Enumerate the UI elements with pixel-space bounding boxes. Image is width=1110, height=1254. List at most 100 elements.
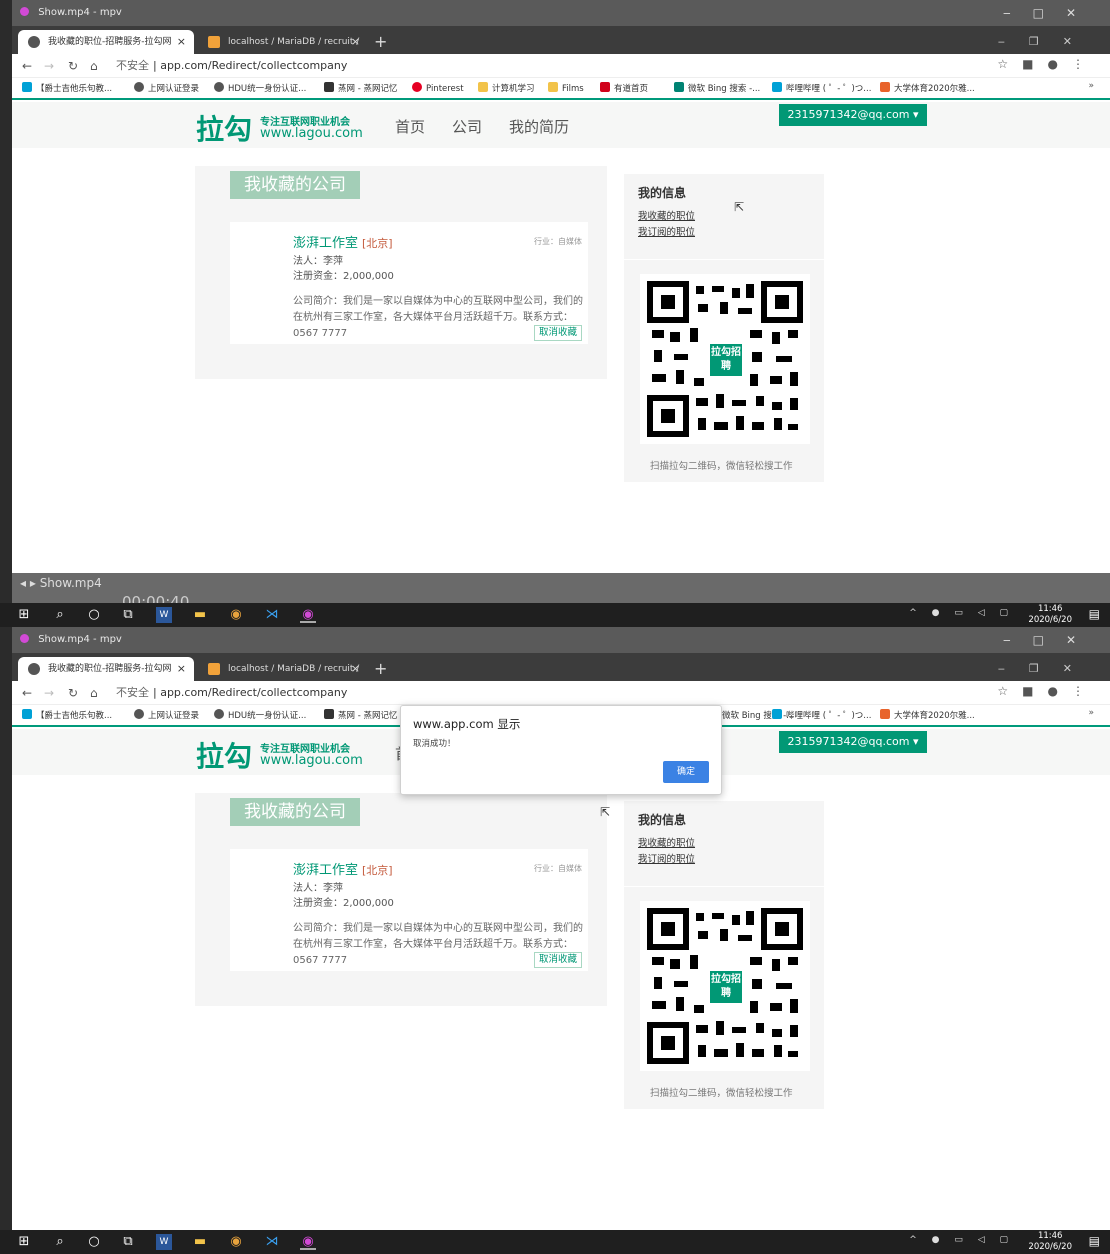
- bookmark-item[interactable]: HDU统一身份认证...: [214, 708, 306, 724]
- browser-window-controls[interactable]: ‒❐✕: [998, 30, 1096, 54]
- mouse-cursor-icon: ⇱: [600, 805, 611, 819]
- mpv-icon[interactable]: ◉: [300, 1234, 316, 1250]
- vscode-icon[interactable]: ⋊: [264, 607, 280, 623]
- file-explorer-icon[interactable]: ▬: [192, 607, 208, 623]
- user-menu-button[interactable]: 2315971342@qq.com ▾: [779, 104, 927, 126]
- clock[interactable]: 11:46 2020/6/20: [1028, 604, 1072, 626]
- folder-icon: [548, 82, 558, 92]
- new-tab-button[interactable]: +: [374, 30, 387, 54]
- toolbar-icons[interactable]: ☆■●⋮: [997, 684, 1098, 698]
- nav-home[interactable]: 首页: [395, 116, 425, 137]
- bookmark-item[interactable]: 大学体育2020尔雅...: [880, 708, 975, 724]
- back-icon[interactable]: ←: [22, 57, 32, 75]
- link-subscribed-positions[interactable]: 我订阅的职位: [638, 851, 695, 865]
- company-name[interactable]: 澎湃工作室 [北京]: [293, 859, 393, 878]
- qr-logo-badge: 拉勾招聘: [710, 971, 742, 1003]
- chrome-icon[interactable]: ◉: [228, 607, 244, 623]
- tab-label: localhost / MariaDB / recruit /: [228, 664, 360, 674]
- mpv-icon[interactable]: ◉: [300, 607, 316, 623]
- windows-start-icon[interactable]: ⊞: [16, 607, 32, 623]
- tab-collect-positions[interactable]: 我收藏的职位-招聘服务-拉勾网 ×: [18, 657, 194, 681]
- window-controls[interactable]: ‒□✕: [1003, 627, 1098, 653]
- globe-icon: [214, 82, 224, 92]
- bookmark-item[interactable]: 哔哩哔哩 ( ゜- ゜)つ...: [772, 81, 871, 97]
- notification-icon[interactable]: ▤: [1089, 1234, 1100, 1248]
- tab-phpmyadmin[interactable]: localhost / MariaDB / recruit / ×: [198, 657, 368, 681]
- clock[interactable]: 11:46 2020/6/20: [1028, 1231, 1072, 1253]
- bookmark-item[interactable]: 哔哩哔哩 ( ゜- ゜)つ...: [772, 708, 871, 724]
- browser-window-controls[interactable]: ‒❐✕: [998, 657, 1096, 681]
- bookmark-item[interactable]: Films: [548, 81, 584, 97]
- dialog-ok-button[interactable]: 确定: [663, 761, 709, 783]
- mouse-cursor-icon: ⇱: [734, 200, 745, 214]
- chrome-icon[interactable]: ◉: [228, 1234, 244, 1250]
- bookmark-item[interactable]: 上网认证登录: [134, 708, 199, 724]
- tab-close-icon[interactable]: ×: [351, 657, 360, 681]
- home-icon[interactable]: ⌂: [90, 57, 98, 75]
- link-subscribed-positions[interactable]: 我订阅的职位: [638, 224, 695, 238]
- bookmark-item[interactable]: 【爵士吉他乐句教...: [22, 708, 112, 724]
- bookmark-item[interactable]: 大学体育2020尔雅...: [880, 81, 975, 97]
- search-icon[interactable]: ⌕: [52, 607, 68, 623]
- nav-resume[interactable]: 我的简历: [509, 116, 569, 137]
- mpv-icon: [20, 7, 29, 16]
- uncollect-button[interactable]: 取消收藏: [533, 325, 582, 341]
- vscode-icon[interactable]: ⋊: [264, 1234, 280, 1250]
- bookmarks-more[interactable]: »: [1088, 708, 1094, 718]
- tab-collect-positions[interactable]: 我收藏的职位-招聘服务-拉勾网 ×: [18, 30, 194, 54]
- tab-close-icon[interactable]: ×: [177, 30, 186, 54]
- cortana-icon[interactable]: ○: [86, 1234, 102, 1250]
- forward-icon[interactable]: →: [44, 684, 54, 702]
- uncollect-button[interactable]: 取消收藏: [533, 952, 582, 968]
- tab-phpmyadmin[interactable]: localhost / MariaDB / recruit / ×: [198, 30, 368, 54]
- tab-close-icon[interactable]: ×: [351, 30, 360, 54]
- notification-icon[interactable]: ▤: [1089, 607, 1100, 621]
- windows-start-icon[interactable]: ⊞: [16, 1234, 32, 1250]
- user-menu-button[interactable]: 2315971342@qq.com ▾: [779, 731, 927, 753]
- cortana-icon[interactable]: ○: [86, 607, 102, 623]
- bookmark-item[interactable]: 蒸网 - 蒸网记忆: [324, 708, 397, 724]
- bookmark-item[interactable]: 计算机学习: [478, 81, 535, 97]
- qr-panel: 拉勾招聘 扫描拉勾二维码，微信轻松搜工作: [624, 887, 824, 1109]
- logo[interactable]: 拉勾: [196, 735, 252, 775]
- bookmark-item[interactable]: HDU统一身份认证...: [214, 81, 306, 97]
- logo[interactable]: 拉勾: [196, 108, 252, 148]
- mpv-controls[interactable]: ◂ ▸ Show.mp4 00:00:40: [12, 573, 1110, 611]
- back-icon[interactable]: ←: [22, 684, 32, 702]
- bookmark-item[interactable]: Pinterest: [412, 81, 464, 97]
- tab-close-icon[interactable]: ×: [177, 657, 186, 681]
- url-field[interactable]: 不安全 | app.com/Redirect/collectcompany: [116, 683, 1000, 703]
- video-frame-2: Show.mp4 - mpv ‒□✕ 我收藏的职位-招聘服务-拉勾网 × loc…: [0, 627, 1110, 1254]
- bookmark-item[interactable]: 【爵士吉他乐句教...: [22, 81, 112, 97]
- bookmarks-more[interactable]: »: [1088, 81, 1094, 91]
- bookmark-item[interactable]: 有道首页: [600, 81, 648, 97]
- company-city: [北京]: [362, 237, 393, 250]
- bookmark-item[interactable]: 上网认证登录: [134, 81, 199, 97]
- globe-icon: [134, 82, 144, 92]
- home-icon[interactable]: ⌂: [90, 684, 98, 702]
- file-explorer-icon[interactable]: ▬: [192, 1234, 208, 1250]
- globe-icon: [134, 709, 144, 719]
- company-name[interactable]: 澎湃工作室 [北京]: [293, 232, 393, 251]
- bookmark-item[interactable]: 微软 Bing 搜索 -...: [674, 81, 760, 97]
- new-tab-button[interactable]: +: [374, 657, 387, 681]
- mpv-titlebar: Show.mp4 - mpv ‒□✕: [12, 627, 1110, 653]
- chaoxing-icon: [880, 82, 890, 92]
- reload-icon[interactable]: ↻: [68, 684, 78, 702]
- word-icon[interactable]: W: [156, 1234, 172, 1250]
- forward-icon[interactable]: →: [44, 57, 54, 75]
- nav-company[interactable]: 公司: [452, 116, 482, 137]
- url-field[interactable]: 不安全 | app.com/Redirect/collectcompany: [116, 56, 1000, 76]
- link-collected-positions[interactable]: 我收藏的职位: [638, 835, 695, 849]
- task-view-icon[interactable]: ⧉: [120, 607, 136, 623]
- link-collected-positions[interactable]: 我收藏的职位: [638, 208, 695, 222]
- system-tray[interactable]: ^ ● ▭ ◁ ▢: [909, 1235, 1014, 1245]
- reload-icon[interactable]: ↻: [68, 57, 78, 75]
- system-tray[interactable]: ^ ● ▭ ◁ ▢: [909, 608, 1014, 618]
- toolbar-icons[interactable]: ☆■●⋮: [997, 57, 1098, 71]
- window-controls[interactable]: ‒□✕: [1003, 0, 1098, 26]
- word-icon[interactable]: W: [156, 607, 172, 623]
- task-view-icon[interactable]: ⧉: [120, 1234, 136, 1250]
- bookmark-item[interactable]: 蒸网 - 蒸网记忆: [324, 81, 397, 97]
- search-icon[interactable]: ⌕: [52, 1234, 68, 1250]
